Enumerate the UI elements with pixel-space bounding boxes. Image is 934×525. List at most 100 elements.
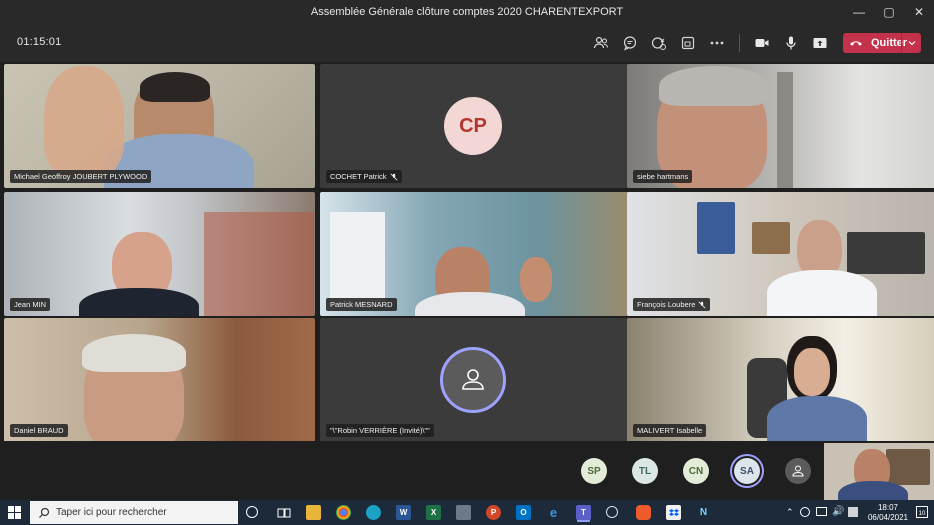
mic-icon[interactable] [782, 34, 800, 52]
tray-battery-icon[interactable] [816, 507, 827, 516]
internet-explorer-icon[interactable]: e [546, 505, 561, 520]
tray-dropbox-icon[interactable] [848, 507, 858, 517]
video-tile[interactable]: siebe hartmans [627, 64, 934, 188]
participant-name: François Loubere [633, 298, 711, 311]
teams-icon[interactable]: T [576, 505, 591, 520]
powerpoint-icon[interactable]: P [486, 505, 501, 520]
hang-up-icon [849, 38, 867, 48]
participant-name: Jean MIN [10, 298, 51, 311]
participant-video [847, 232, 925, 274]
word-icon[interactable]: W [396, 505, 411, 520]
participant-video [777, 72, 793, 188]
participant-name: Michael Geoffroy JOUBERT PLYWOOD [10, 170, 152, 183]
participant-video [82, 334, 186, 372]
task-view-icon[interactable] [276, 505, 291, 520]
maximize-button[interactable]: ▢ [874, 0, 904, 24]
clock-icon[interactable] [606, 506, 618, 518]
participant-avatar[interactable]: SA [734, 458, 760, 484]
outlook-icon[interactable]: O [516, 505, 531, 520]
edge-icon[interactable] [366, 505, 381, 520]
windows-taskbar: Taper ici pour rechercher W X P O e T N … [0, 500, 934, 525]
leave-button[interactable]: Quitter [843, 33, 921, 53]
more-icon[interactable] [708, 34, 726, 52]
participant-video [697, 202, 735, 254]
nx-icon[interactable]: N [696, 505, 711, 520]
participant-video [415, 292, 525, 316]
notification-count: 10 [918, 511, 926, 517]
clock-time: 18:07 [877, 503, 898, 512]
participant-video [330, 212, 385, 307]
participant-name: Patrick MESNARD [326, 298, 397, 311]
participant-name: COCHET Patrick [326, 170, 402, 183]
title-bar: Assemblée Générale clôture comptes 2020 … [0, 0, 934, 24]
participant-video [752, 222, 790, 254]
participant-video [204, 212, 314, 316]
self-view-video[interactable] [824, 443, 934, 500]
dropbox-icon[interactable] [666, 505, 681, 520]
tray-volume-icon[interactable]: 🔊 [832, 506, 844, 517]
chevron-down-icon[interactable] [901, 33, 921, 53]
calculator-icon[interactable] [456, 505, 471, 520]
video-tile[interactable]: "\"Robin VERRIÈRE (Invité)\"" [320, 318, 631, 442]
participant-name: siebe hartmans [633, 170, 693, 183]
search-placeholder: Taper ici pour rechercher [56, 507, 167, 518]
video-tile[interactable]: MALIVERT Isabelle [627, 318, 934, 442]
chat-icon[interactable] [621, 34, 639, 52]
meeting-timer: 01:15:01 [17, 36, 62, 48]
video-tile[interactable]: Patrick MESNARD [320, 192, 631, 316]
participant-avatar[interactable]: CN [683, 458, 709, 484]
person-icon [462, 369, 484, 390]
clock-date: 06/04/2021 [867, 513, 908, 522]
participant-video [767, 270, 877, 316]
window-title: Assemblée Générale clôture comptes 2020 … [310, 6, 624, 18]
video-tile[interactable]: Daniel BRAUD [4, 318, 315, 442]
reactions-icon[interactable] [650, 34, 668, 52]
person-icon [792, 465, 804, 477]
app-icon[interactable] [636, 505, 651, 520]
participant-video [767, 396, 867, 442]
video-tile[interactable]: CP COCHET Patrick [320, 64, 631, 188]
video-tile[interactable]: Michael Geoffroy JOUBERT PLYWOOD [4, 64, 315, 188]
window-controls: — ▢ ✕ [844, 0, 934, 24]
participant-video [44, 66, 124, 176]
windows-start-icon[interactable] [8, 506, 21, 519]
participant-video [794, 348, 830, 396]
participant-video [79, 288, 199, 316]
participants-icon[interactable] [592, 34, 610, 52]
excel-icon[interactable]: X [426, 505, 441, 520]
participant-name: MALIVERT Isabelle [633, 424, 707, 437]
participant-video [886, 449, 930, 485]
teams-meeting-window: Assemblée Générale clôture comptes 2020 … [0, 0, 934, 525]
minimize-button[interactable]: — [844, 0, 874, 24]
notification-center-icon[interactable]: 10 [916, 506, 928, 518]
share-screen-icon[interactable] [811, 34, 829, 52]
tray-network-icon[interactable] [800, 507, 810, 517]
participant-avatar[interactable]: TL [632, 458, 658, 484]
participant-avatar[interactable]: SP [581, 458, 607, 484]
search-icon [39, 507, 50, 518]
participant-video [659, 66, 769, 106]
video-tile[interactable]: Jean MIN [4, 192, 315, 316]
participant-avatar[interactable] [785, 458, 811, 484]
cortana-icon[interactable] [246, 506, 258, 518]
mic-off-icon [698, 301, 706, 308]
avatar [440, 347, 506, 413]
participant-video [140, 72, 210, 102]
chrome-icon[interactable] [336, 505, 351, 520]
close-button[interactable]: ✕ [904, 0, 934, 24]
mic-off-icon [390, 173, 398, 180]
participant-name: "\"Robin VERRIÈRE (Invité)\"" [326, 424, 434, 437]
taskbar-search-input[interactable]: Taper ici pour rechercher [30, 501, 238, 524]
video-tile[interactable]: François Loubere [627, 192, 934, 316]
taskbar-clock[interactable]: 18:07 06/04/2021 [868, 503, 908, 523]
toolbar-separator [739, 34, 740, 52]
meeting-toolbar: 01:15:01 [0, 24, 934, 62]
tray-chevron-up-icon[interactable]: ⌃ [786, 507, 794, 518]
rooms-icon[interactable] [679, 34, 697, 52]
camera-icon[interactable] [753, 34, 771, 52]
file-explorer-icon[interactable] [306, 505, 321, 520]
participant-video [838, 481, 908, 500]
participant-name: Daniel BRAUD [10, 424, 68, 437]
avatar: CP [444, 97, 502, 155]
participant-video [520, 257, 552, 302]
